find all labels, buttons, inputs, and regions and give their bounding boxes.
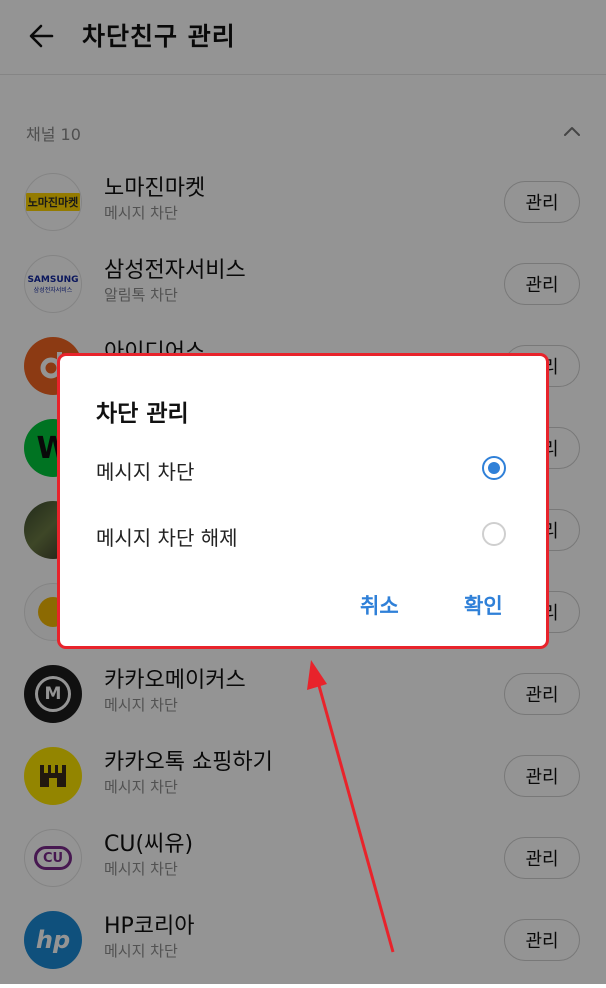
option-label: 메시지 차단 해제 [96, 526, 238, 550]
dialog-title: 차단 관리 [96, 401, 189, 427]
confirm-button[interactable]: 확인 [464, 590, 503, 620]
radio-selected[interactable] [482, 456, 506, 480]
option-unblock-message[interactable]: 메시지 차단 해제 [60, 508, 546, 564]
cancel-button[interactable]: 취소 [360, 590, 399, 620]
option-block-message[interactable]: 메시지 차단 [60, 442, 546, 498]
block-manage-dialog: 차단 관리 메시지 차단 메시지 차단 해제 취소 확인 [60, 356, 546, 646]
option-label: 메시지 차단 [96, 460, 195, 484]
radio-unselected[interactable] [482, 522, 506, 546]
